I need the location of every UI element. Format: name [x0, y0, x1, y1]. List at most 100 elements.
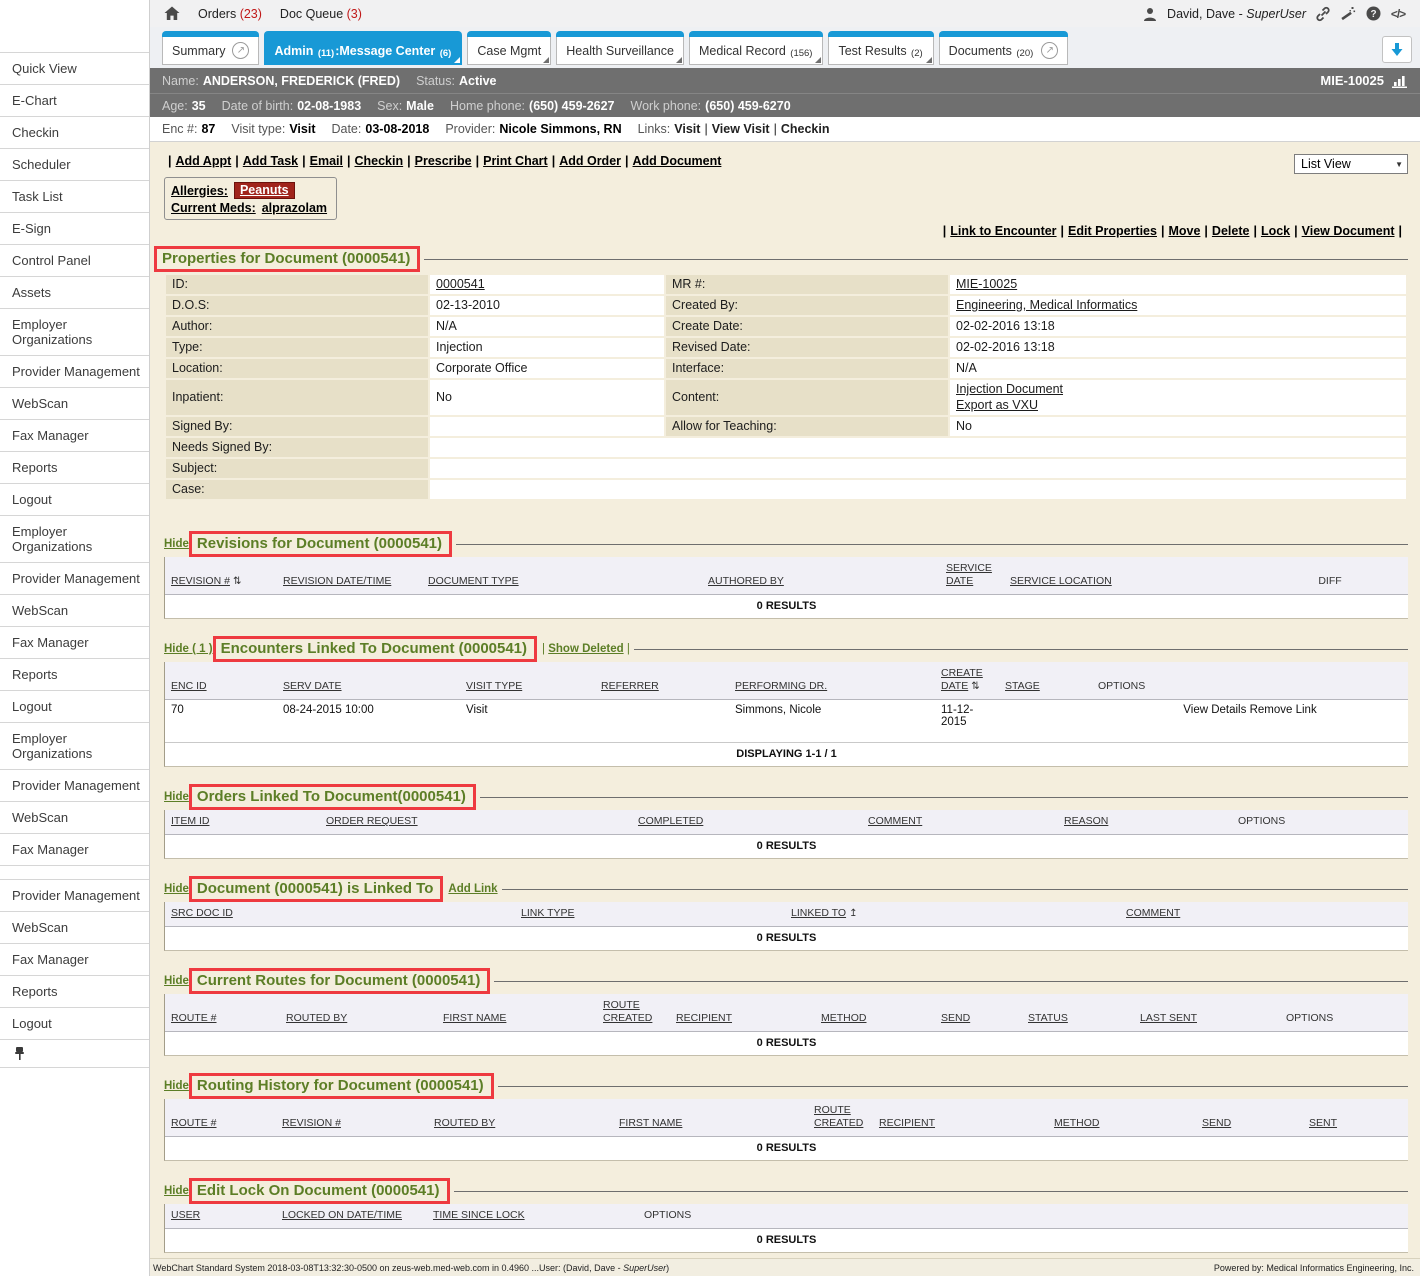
- help-icon[interactable]: ?: [1365, 6, 1381, 22]
- column-header-service-date[interactable]: SERVICEDATE: [946, 562, 992, 587]
- sidebar-item-employer-organizations[interactable]: Employer Organizations: [0, 516, 149, 563]
- sidebar-item-e-chart[interactable]: E-Chart: [0, 85, 149, 117]
- current-meds-link[interactable]: Current Meds:: [171, 201, 256, 215]
- injection-document-link[interactable]: Injection Document: [956, 382, 1063, 396]
- column-header-completed[interactable]: COMPLETED: [638, 815, 703, 827]
- column-header-user[interactable]: USER: [171, 1209, 200, 1221]
- column-header-recipient[interactable]: RECIPIENT: [676, 1012, 732, 1024]
- column-header-first-name[interactable]: FIRST NAME: [619, 1117, 682, 1129]
- column-header-item-id[interactable]: ITEM ID: [171, 815, 210, 827]
- email-link[interactable]: Email: [310, 154, 343, 168]
- column-header-sent[interactable]: SENT: [1309, 1117, 1337, 1129]
- view-visit-link[interactable]: View Visit: [712, 122, 770, 136]
- column-header-recipient[interactable]: RECIPIENT: [879, 1117, 935, 1129]
- column-header-send[interactable]: SEND: [941, 1012, 970, 1024]
- popout-icon[interactable]: ↗: [232, 42, 249, 59]
- sidebar-item-control-panel[interactable]: Control Panel: [0, 245, 149, 277]
- sidebar-item-provider-management[interactable]: Provider Management: [0, 880, 149, 912]
- sort-icon[interactable]: ⇅: [233, 575, 241, 588]
- visit-link[interactable]: Visit: [674, 122, 700, 136]
- tab-test-results-2[interactable]: Test Results (2): [828, 31, 933, 65]
- add-appt-link[interactable]: Add Appt: [176, 154, 232, 168]
- sidebar-item-reports[interactable]: Reports: [0, 976, 149, 1008]
- sidebar-item-provider-management[interactable]: Provider Management: [0, 770, 149, 802]
- sidebar-item-assets[interactable]: Assets: [0, 277, 149, 309]
- tab-summary[interactable]: Summary↗: [162, 31, 259, 65]
- sidebar-item-checkin[interactable]: Checkin: [0, 117, 149, 149]
- sidebar-item-fax-manager[interactable]: Fax Manager: [0, 834, 149, 866]
- edit-properties-link[interactable]: Edit Properties: [1068, 224, 1157, 238]
- download-button[interactable]: [1382, 36, 1412, 63]
- sidebar-item-blank[interactable]: [0, 866, 149, 880]
- checkin-link[interactable]: Checkin: [354, 154, 403, 168]
- column-header-send[interactable]: SEND: [1202, 1117, 1231, 1129]
- column-header-comment[interactable]: COMMENT: [1126, 907, 1180, 919]
- sidebar-item-employer-organizations[interactable]: Employer Organizations: [0, 723, 149, 770]
- sidebar-item-quick-view[interactable]: Quick View: [0, 53, 149, 85]
- hide-link[interactable]: Hide: [164, 538, 189, 550]
- doc-queue-link[interactable]: Doc Queue (3): [280, 7, 362, 21]
- sidebar-item-logout[interactable]: Logout: [0, 1008, 149, 1040]
- current-user[interactable]: David, Dave - SuperUser: [1167, 7, 1306, 21]
- tab-case-mgmt[interactable]: Case Mgmt: [467, 31, 551, 65]
- column-header-document-type[interactable]: DOCUMENT TYPE: [428, 575, 519, 587]
- sidebar-item-provider-management[interactable]: Provider Management: [0, 563, 149, 595]
- column-header-method[interactable]: METHOD: [821, 1012, 867, 1024]
- property-value-link[interactable]: Engineering, Medical Informatics: [956, 298, 1137, 312]
- column-header-visit-type[interactable]: VISIT TYPE: [466, 680, 522, 692]
- hide-link[interactable]: Hide: [164, 1185, 189, 1197]
- link-icon[interactable]: [1315, 6, 1331, 22]
- hide-link[interactable]: Hide ( 1 ): [164, 643, 213, 655]
- show-deleted-link[interactable]: Show Deleted: [548, 643, 623, 655]
- checkin-link[interactable]: Checkin: [781, 122, 830, 136]
- column-header-method[interactable]: METHOD: [1054, 1117, 1100, 1129]
- column-header-revision-date-time[interactable]: REVISION DATE/TIME: [283, 575, 391, 587]
- remove-link-action[interactable]: Remove Link: [1250, 704, 1317, 716]
- move-link[interactable]: Move: [1168, 224, 1200, 238]
- property-value-link[interactable]: 0000541: [436, 277, 485, 291]
- column-header-route-created[interactable]: ROUTECREATED: [603, 999, 652, 1024]
- hide-link[interactable]: Hide: [164, 975, 189, 987]
- column-header-revision[interactable]: REVISION #: [282, 1117, 341, 1129]
- add-link-link[interactable]: Add Link: [448, 883, 497, 895]
- sort-icon[interactable]: ↥: [849, 907, 857, 920]
- delete-link[interactable]: Delete: [1212, 224, 1250, 238]
- sort-icon[interactable]: ⇅: [971, 680, 979, 693]
- sidebar-item-provider-management[interactable]: Provider Management: [0, 356, 149, 388]
- allergies-link[interactable]: Allergies:: [171, 184, 228, 198]
- sidebar-item-webscan[interactable]: WebScan: [0, 595, 149, 627]
- link-to-encounter-link[interactable]: Link to Encounter: [950, 224, 1056, 238]
- column-header-reason[interactable]: REASON: [1064, 815, 1108, 827]
- sidebar-item-webscan[interactable]: WebScan: [0, 802, 149, 834]
- column-header-order-request[interactable]: ORDER REQUEST: [326, 815, 418, 827]
- column-header-stage[interactable]: STAGE: [1005, 680, 1040, 692]
- sidebar-item-scheduler[interactable]: Scheduler: [0, 149, 149, 181]
- print-chart-link[interactable]: Print Chart: [483, 154, 548, 168]
- orders-link[interactable]: Orders (23): [198, 7, 262, 21]
- column-header-route[interactable]: ROUTE #: [171, 1117, 217, 1129]
- allergy-peanuts-link[interactable]: Peanuts: [234, 182, 295, 199]
- column-header-last-sent[interactable]: LAST SENT: [1140, 1012, 1197, 1024]
- code-icon[interactable]: </>: [1390, 6, 1406, 22]
- column-header-locked-on-date-time[interactable]: LOCKED ON DATE/TIME: [282, 1209, 402, 1221]
- sidebar-item-employer-organizations[interactable]: Employer Organizations: [0, 309, 149, 356]
- growth-chart-icon[interactable]: [1391, 74, 1408, 88]
- hide-link[interactable]: Hide: [164, 1080, 189, 1092]
- column-header-authored-by[interactable]: AUTHORED BY: [708, 575, 784, 587]
- column-header-performing-dr[interactable]: PERFORMING DR.: [735, 680, 827, 692]
- column-header-comment[interactable]: COMMENT: [868, 815, 922, 827]
- column-header-route-created[interactable]: ROUTECREATED: [814, 1104, 863, 1129]
- column-header-link-type[interactable]: LINK TYPE: [521, 907, 575, 919]
- add-order-link[interactable]: Add Order: [559, 154, 621, 168]
- view-select[interactable]: List View ▼: [1294, 154, 1408, 174]
- column-header-time-since-lock[interactable]: TIME SINCE LOCK: [433, 1209, 525, 1221]
- sidebar-item-task-list[interactable]: Task List: [0, 181, 149, 213]
- column-header-first-name[interactable]: FIRST NAME: [443, 1012, 506, 1024]
- prescribe-link[interactable]: Prescribe: [415, 154, 472, 168]
- tab-admin-11-message-center-6[interactable]: Admin (11):Message Center (6): [264, 31, 462, 65]
- sidebar-item-logout[interactable]: Logout: [0, 484, 149, 516]
- wand-icon[interactable]: [1340, 6, 1356, 22]
- sidebar-item-fax-manager[interactable]: Fax Manager: [0, 420, 149, 452]
- tab-documents-20[interactable]: Documents (20)↗: [939, 31, 1069, 65]
- lock-link[interactable]: Lock: [1261, 224, 1290, 238]
